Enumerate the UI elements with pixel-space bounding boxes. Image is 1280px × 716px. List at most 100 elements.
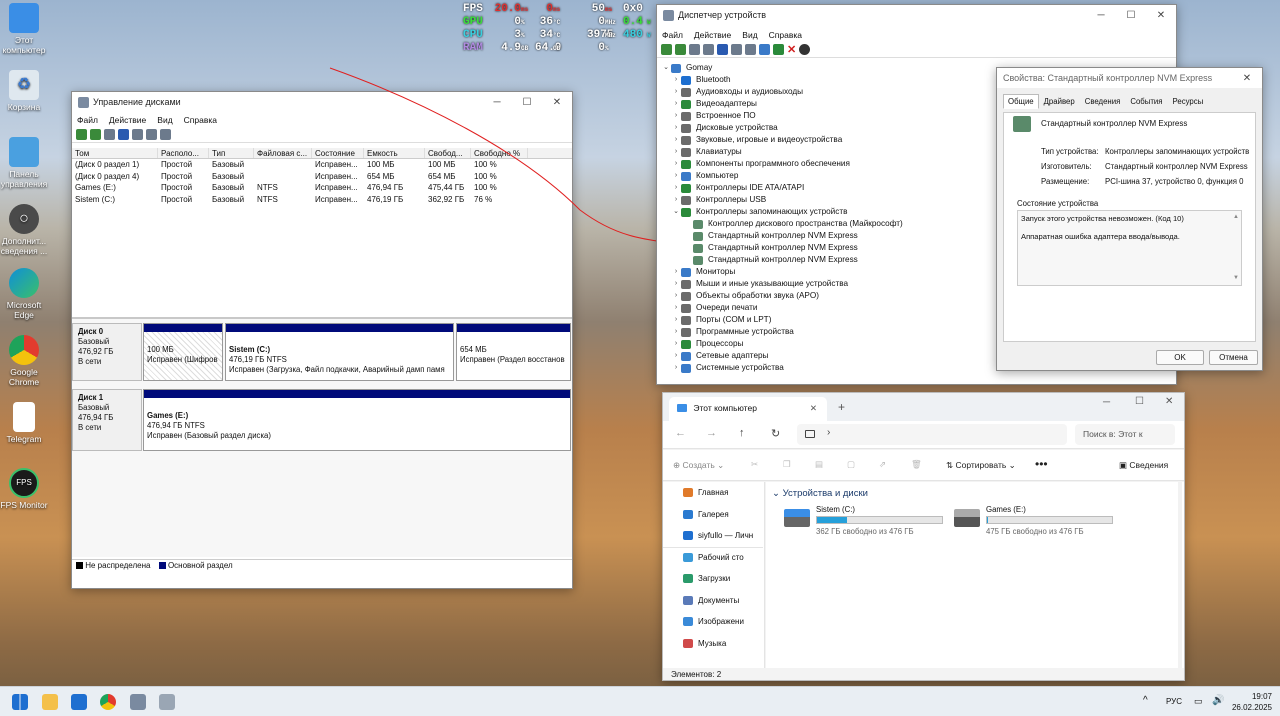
device-category[interactable]: › Мыши и иные указывающие устройства — [661, 278, 903, 290]
tab-events[interactable]: События — [1125, 94, 1167, 109]
nav-item[interactable]: Галерея — [663, 504, 763, 526]
device-category[interactable]: › Компьютер — [661, 170, 903, 182]
file-explorer-icon[interactable] — [42, 694, 58, 710]
maximize-button[interactable]: ☐ — [1116, 10, 1146, 21]
menu-view[interactable]: Вид — [742, 30, 757, 40]
nav-item[interactable]: Рабочий сто — [663, 546, 763, 569]
chevron-right-icon[interactable]: › — [671, 278, 681, 290]
menu-help[interactable]: Справка — [769, 30, 802, 40]
chevron-right-icon[interactable]: › — [671, 314, 681, 326]
device-category[interactable]: › Клавиатуры — [661, 146, 903, 158]
tab-details[interactable]: Сведения — [1080, 94, 1126, 109]
chevron-right-icon[interactable]: › — [671, 146, 681, 158]
drive-e[interactable]: Games (E:) 475 ГБ свободно из 476 ГБ — [954, 505, 1113, 536]
properties-icon[interactable] — [689, 44, 700, 55]
back-icon[interactable]: ← — [675, 427, 686, 439]
device-category[interactable]: ⌄ Контроллеры запоминающих устройств — [661, 206, 903, 218]
chevron-right-icon[interactable]: › — [671, 350, 681, 362]
sort-button[interactable]: ⇅ Сортировать ⌄ — [946, 460, 1016, 471]
nav-item[interactable]: Изображени — [663, 611, 763, 633]
chevron-right-icon[interactable]: › — [671, 182, 681, 194]
view-icon[interactable] — [731, 44, 742, 55]
volume-icon[interactable]: 🔊 — [1212, 695, 1224, 706]
chevron-right-icon[interactable]: › — [671, 110, 681, 122]
copy-icon[interactable]: ❐ — [783, 459, 791, 470]
chevron-right-icon[interactable]: › — [671, 98, 681, 110]
device-category[interactable]: › Аудиовходы и аудиовыходы — [661, 86, 903, 98]
up-icon[interactable]: ↑ — [739, 427, 745, 439]
scrollbar[interactable] — [1178, 482, 1182, 668]
status-textbox[interactable]: Запуск этого устройства невозможен. (Код… — [1017, 210, 1242, 286]
chevron-right-icon[interactable]: › — [671, 290, 681, 302]
chevron-right-icon[interactable]: › — [671, 158, 681, 170]
chevron-right-icon[interactable]: › — [671, 338, 681, 350]
share-icon[interactable]: ⇗ — [879, 459, 886, 470]
maximize-button[interactable]: ☐ — [1135, 396, 1144, 407]
storage-controller-item[interactable]: Контроллер дискового пространства (Майкр… — [661, 218, 903, 230]
ok-button[interactable]: OK — [1156, 350, 1204, 365]
nav-item[interactable]: Загрузки — [663, 568, 763, 590]
device-manager-icon[interactable] — [130, 694, 146, 710]
tree-root[interactable]: ⌄ Gomay — [661, 62, 903, 74]
title-bar[interactable]: Свойства: Стандартный контроллер NVM Exp… — [997, 68, 1262, 88]
tab-driver[interactable]: Драйвер — [1039, 94, 1080, 109]
chevron-right-icon[interactable]: › — [671, 302, 681, 314]
storage-controller-item[interactable]: Стандартный контроллер NVM Express — [661, 254, 903, 266]
scroll-up-icon[interactable]: ▲ — [1233, 212, 1239, 223]
delete-icon[interactable]: 🗑 — [911, 459, 922, 470]
device-category[interactable]: › Звуковые, игровые и видеоустройства — [661, 134, 903, 146]
print-icon[interactable] — [745, 44, 756, 55]
drive-c[interactable]: Sistem (C:) 362 ГБ свободно из 476 ГБ — [784, 505, 943, 536]
clock[interactable]: 19:07 26.02.2025 — [1228, 691, 1272, 713]
device-category[interactable]: › Bluetooth — [661, 74, 903, 86]
device-category[interactable]: › Видеоадаптеры — [661, 98, 903, 110]
chevron-right-icon[interactable]: › — [671, 134, 681, 146]
properties-dialog[interactable]: Свойства: Стандартный контроллер NVM Exp… — [996, 67, 1263, 371]
explorer-window[interactable]: Этот компьютер ✕ + ─ ☐ ✕ ← → ↑ ↻ › Поиск… — [662, 392, 1185, 681]
device-category[interactable]: › Объекты обработки звука (APO) — [661, 290, 903, 302]
search-box[interactable]: Поиск в: Этот к — [1075, 424, 1175, 445]
chevron-right-icon[interactable]: › — [671, 74, 681, 86]
language-indicator[interactable]: РУС — [1166, 697, 1182, 706]
new-tab-icon[interactable]: + — [838, 400, 845, 414]
create-button[interactable]: ⊕ Создать ⌄ — [673, 460, 724, 471]
close-button[interactable]: ✕ — [1146, 10, 1176, 21]
update-driver-icon[interactable] — [773, 44, 784, 55]
nav-item[interactable]: Музыка — [663, 633, 763, 655]
refresh-icon[interactable]: ↻ — [771, 427, 780, 440]
chevron-right-icon[interactable]: › — [671, 266, 681, 278]
rename-icon[interactable]: ▢ — [847, 459, 855, 470]
title-bar[interactable]: Диспетчер устройств ─ ☐ ✕ — [657, 5, 1176, 25]
device-category[interactable]: › Дисковые устройства — [661, 122, 903, 134]
device-category[interactable]: › Порты (COM и LPT) — [661, 314, 903, 326]
chevron-right-icon[interactable]: › — [671, 326, 681, 338]
nav-item[interactable]: siyfullo — Личн — [663, 525, 763, 547]
storage-controller-item[interactable]: Стандартный контроллер NVM Express — [661, 230, 903, 242]
explorer-tab[interactable]: Этот компьютер ✕ — [669, 397, 827, 421]
chevron-up-icon[interactable]: ^ — [1143, 695, 1148, 706]
chevron-right-icon[interactable]: › — [671, 122, 681, 134]
monitor-icon[interactable] — [759, 44, 770, 55]
nav-item[interactable]: Документы — [663, 590, 763, 612]
device-category[interactable]: › Мониторы — [661, 266, 903, 278]
back-icon[interactable] — [661, 44, 672, 55]
close-button[interactable]: ✕ — [1232, 73, 1262, 84]
store-icon[interactable] — [71, 694, 87, 710]
forward-icon[interactable] — [675, 44, 686, 55]
paste-icon[interactable]: ▤ — [815, 459, 823, 470]
device-category[interactable]: › Контроллеры IDE ATA/ATAPI — [661, 182, 903, 194]
tab-resources[interactable]: Ресурсы — [1168, 94, 1209, 109]
device-category[interactable]: › Системные устройства — [661, 362, 903, 374]
tab-close-icon[interactable]: ✕ — [810, 397, 817, 419]
chevron-right-icon[interactable]: › — [671, 362, 681, 374]
minimize-button[interactable]: ─ — [1086, 10, 1116, 21]
uninstall-icon[interactable]: ✕ — [787, 43, 796, 56]
list-icon[interactable] — [703, 44, 714, 55]
device-category[interactable]: › Сетевые адаптеры — [661, 350, 903, 362]
minimize-button[interactable]: ─ — [1103, 397, 1110, 408]
disk-management-icon[interactable] — [159, 694, 175, 710]
device-category[interactable]: › Компоненты программного обеспечения — [661, 158, 903, 170]
cancel-button[interactable]: Отмена — [1209, 350, 1258, 365]
download-icon[interactable] — [799, 44, 811, 55]
device-category[interactable]: › Контроллеры USB — [661, 194, 903, 206]
